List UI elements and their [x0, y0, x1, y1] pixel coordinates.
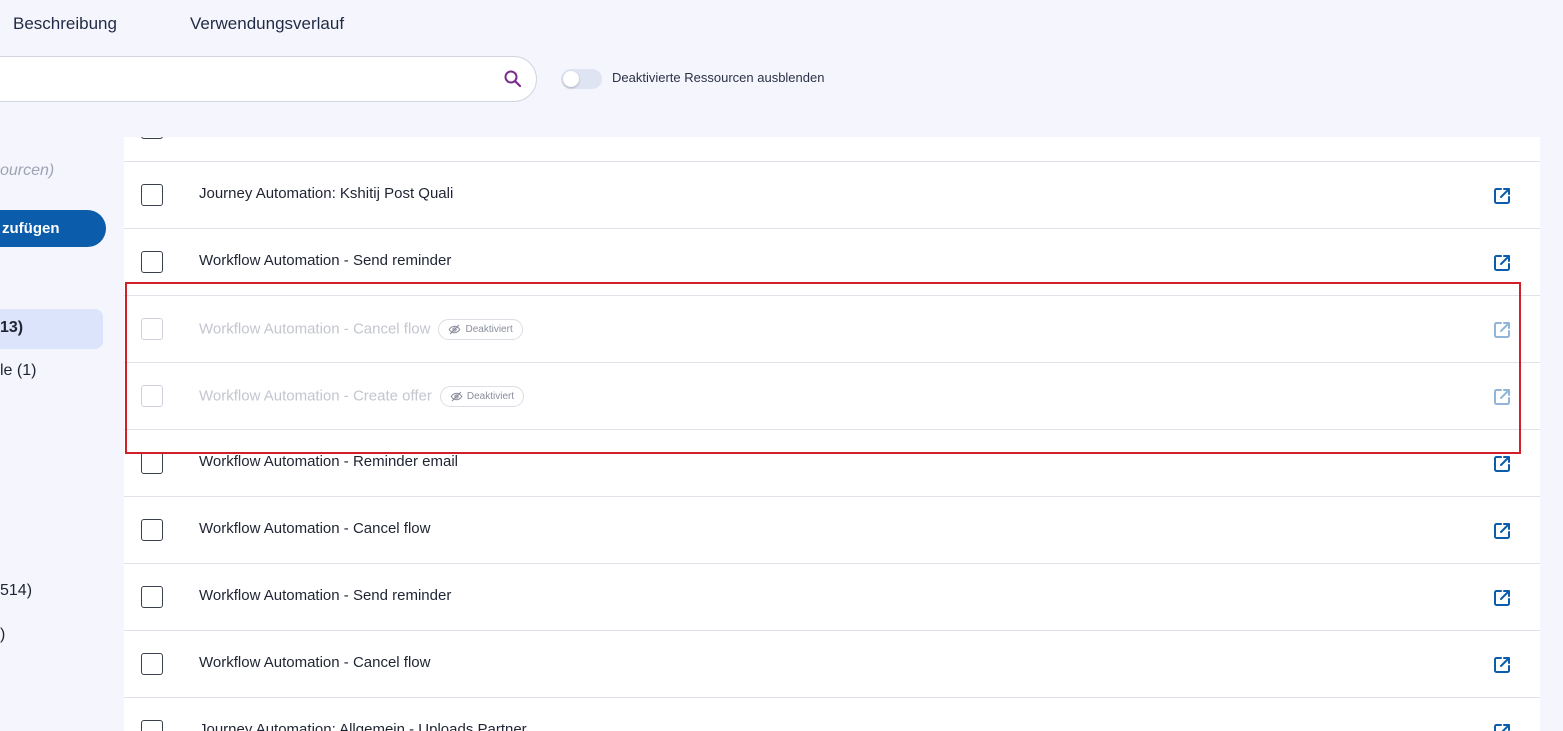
row-title: Workflow Automation - Send reminder: [199, 252, 451, 269]
deactivated-badge: Deaktiviert: [438, 319, 523, 340]
resource-list: Journey Automation: Kshitij Post Quali Wo…: [124, 137, 1540, 731]
row-title: Workflow Automation - Create offer Deakti…: [199, 386, 525, 407]
row-checkbox[interactable]: [141, 586, 163, 608]
list-item[interactable]: Workflow Automation - Send reminder: [124, 228, 1540, 295]
row-checkbox[interactable]: [141, 452, 163, 474]
deactivated-badge: Deaktiviert: [439, 386, 525, 407]
eye-off-icon: [450, 391, 463, 402]
sidebar-item-3[interactable]: 514): [0, 582, 32, 600]
external-link-icon[interactable]: [1492, 186, 1512, 206]
sidebar-hint: ourcen): [0, 162, 55, 179]
external-link-icon[interactable]: [1492, 253, 1512, 273]
sidebar-item-active[interactable]: 13): [0, 309, 103, 349]
external-link-icon[interactable]: [1492, 387, 1512, 407]
row-checkbox[interactable]: [141, 318, 163, 340]
list-item[interactable]: Workflow Automation - Create offer Deakti…: [124, 362, 1540, 429]
row-title-text: Workflow Automation - Cancel flow: [199, 520, 431, 537]
row-checkbox[interactable]: [141, 184, 163, 206]
row-checkbox[interactable]: [141, 519, 163, 541]
row-checkbox[interactable]: [141, 653, 163, 675]
row-title-text: Workflow Automation - Send reminder: [199, 587, 452, 604]
sidebar-item-label: 13): [0, 319, 24, 336]
badge-label: Deaktiviert: [466, 391, 515, 402]
list-item[interactable]: Workflow Automation - Cancel flow: [124, 630, 1540, 697]
row-title-text: Workflow Automation - Create offer: [199, 387, 432, 405]
tab-verwendungsverlauf[interactable]: Verwendungsverlauf: [190, 14, 344, 34]
list-item[interactable]: Workflow Automation - Send reminder: [124, 563, 1540, 630]
tab-beschreibung[interactable]: Beschreibung: [13, 14, 117, 34]
external-link-icon[interactable]: [1492, 454, 1512, 474]
eye-off-icon: [449, 324, 461, 335]
search-input[interactable]: [0, 56, 537, 102]
row-checkbox[interactable]: [141, 720, 163, 731]
row-checkbox[interactable]: [141, 251, 163, 273]
hide-deactivated-label: Deaktivierte Ressourcen ausblenden: [612, 70, 825, 85]
hide-deactivated-toggle[interactable]: [561, 69, 602, 89]
row-title-text: Workflow Automation - Send reminder: [199, 252, 452, 269]
row-title: Workflow Automation - Cancel flow Deaktiv…: [199, 319, 523, 340]
row-title-text: Journey Automation: Allgemein - Uploads …: [199, 721, 527, 731]
external-link-icon[interactable]: [1492, 655, 1512, 675]
row-title: Journey Automation: Kshitij Post Quali: [199, 185, 453, 202]
list-item[interactable]: Journey Automation: Allgemein - Uploads …: [124, 697, 1540, 731]
external-link-icon[interactable]: [1492, 320, 1512, 340]
search-icon[interactable]: [503, 69, 523, 89]
list-item[interactable]: Workflow Automation - Reminder email: [124, 429, 1540, 496]
list-item[interactable]: Workflow Automation - Cancel flow: [124, 496, 1540, 563]
row-title-text: Workflow Automation - Cancel flow: [199, 654, 431, 671]
sidebar-item-4[interactable]: ): [0, 626, 5, 644]
row-title: Workflow Automation - Send reminder: [199, 587, 451, 604]
list-item[interactable]: Workflow Automation - Cancel flow Deaktiv…: [124, 295, 1540, 362]
external-link-icon[interactable]: [1492, 588, 1512, 608]
row-title: Workflow Automation - Reminder email: [199, 453, 458, 470]
external-link-icon[interactable]: [1492, 521, 1512, 541]
list-item[interactable]: Journey Automation: Kshitij Post Quali: [124, 161, 1540, 228]
row-title: Workflow Automation - Cancel flow: [199, 520, 430, 537]
row-title-text: Workflow Automation - Reminder email: [199, 453, 458, 470]
add-resource-button[interactable]: zufügen: [0, 210, 106, 247]
row-title-text: Journey Automation: Kshitij Post Quali: [199, 185, 454, 202]
toggle-knob: [563, 71, 579, 87]
row-checkbox[interactable]: [141, 385, 163, 407]
badge-label: Deaktiviert: [465, 324, 513, 335]
row-title: Workflow Automation - Cancel flow: [199, 654, 430, 671]
row-title-text: Workflow Automation - Cancel flow: [199, 320, 431, 338]
checkbox[interactable]: [141, 137, 163, 139]
external-link-icon[interactable]: [1492, 722, 1512, 731]
row-title: Journey Automation: Allgemein - Uploads …: [199, 721, 527, 731]
sidebar-item-2[interactable]: le (1): [0, 362, 36, 380]
